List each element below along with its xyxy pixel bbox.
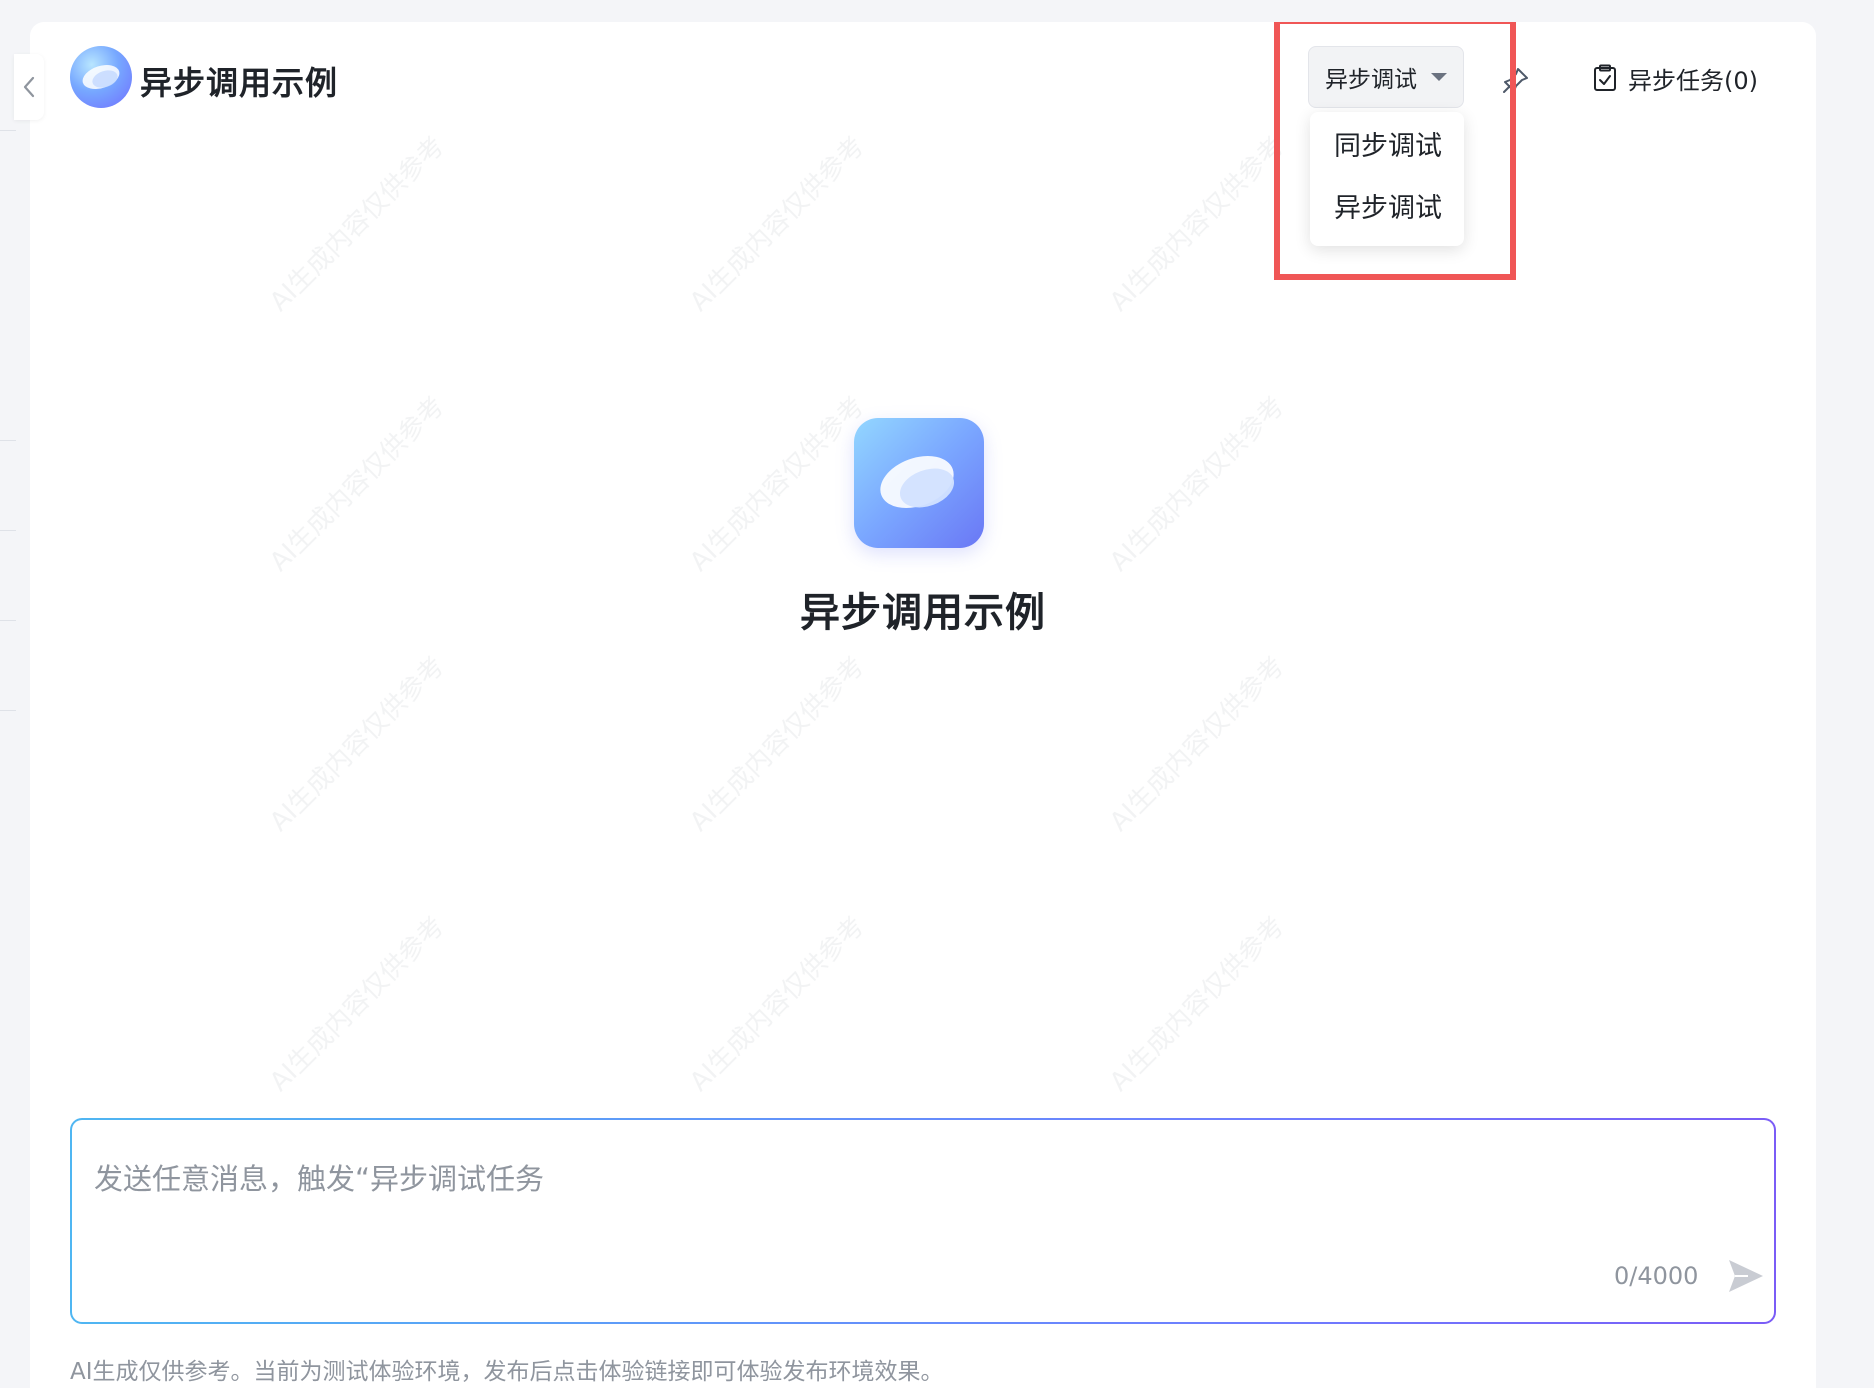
option-async-debug[interactable]: 异步调试 — [1310, 178, 1464, 240]
divider — [0, 130, 16, 131]
ai-disclaimer: AI生成仅供参考。当前为测试体验环境，发布后点击体验链接即可体验发布环境效果。 — [70, 1359, 944, 1385]
watermark: AI生成内容仅供参考 — [1104, 651, 1291, 838]
char-counter: 0/4000 — [1614, 1262, 1699, 1290]
watermark: AI生成内容仅供参考 — [1104, 911, 1291, 1098]
debug-mode-value: 异步调试 — [1325, 67, 1417, 93]
message-input[interactable] — [92, 1154, 1496, 1218]
agent-avatar-icon — [854, 418, 984, 548]
divider — [0, 620, 16, 621]
agent-name: 异步调用示例 — [800, 590, 1046, 636]
debug-mode-dropdown: 同步调试 异步调试 — [1310, 112, 1464, 246]
watermark: AI生成内容仅供参考 — [684, 911, 871, 1098]
app-page: AI生成内容仅供参考 AI生成内容仅供参考 AI生成内容仅供参考 AI生成内容仅… — [0, 0, 1874, 1388]
watermark: AI生成内容仅供参考 — [264, 131, 451, 318]
message-input-box: 0/4000 — [70, 1118, 1776, 1324]
async-tasks-label: 异步任务(0) — [1628, 66, 1758, 95]
app-logo-icon — [70, 46, 132, 108]
pin-icon — [1503, 68, 1528, 93]
orb-icon — [880, 455, 955, 509]
async-tasks-button[interactable]: 异步任务(0) — [1592, 58, 1758, 98]
send-button[interactable] — [1722, 1252, 1770, 1300]
divider — [0, 710, 16, 711]
left-edge-strip — [0, 0, 30, 1388]
collapse-sidebar-button[interactable] — [14, 54, 44, 120]
divider — [0, 440, 16, 441]
caret-down-icon — [1431, 73, 1447, 81]
watermark: AI生成内容仅供参考 — [264, 391, 451, 578]
watermark: AI生成内容仅供参考 — [1104, 391, 1291, 578]
watermark: AI生成内容仅供参考 — [684, 391, 871, 578]
option-sync-debug[interactable]: 同步调试 — [1310, 116, 1464, 178]
watermark: AI生成内容仅供参考 — [684, 651, 871, 838]
chevron-left-icon — [23, 76, 35, 98]
divider — [0, 530, 16, 531]
chat-panel: AI生成内容仅供参考 AI生成内容仅供参考 AI生成内容仅供参考 AI生成内容仅… — [30, 22, 1816, 1388]
page-title: 异步调用示例 — [140, 64, 339, 102]
clipboard-check-icon — [1594, 64, 1616, 91]
debug-mode-select[interactable]: 异步调试 — [1308, 46, 1464, 108]
send-icon — [1729, 1260, 1763, 1292]
watermark: AI生成内容仅供参考 — [1104, 131, 1291, 318]
watermark: AI生成内容仅供参考 — [264, 651, 451, 838]
orb-icon — [82, 65, 120, 89]
message-input-container: 0/4000 — [72, 1120, 1774, 1322]
watermark: AI生成内容仅供参考 — [684, 131, 871, 318]
pin-button[interactable] — [1496, 60, 1536, 100]
watermark: AI生成内容仅供参考 — [264, 911, 451, 1098]
